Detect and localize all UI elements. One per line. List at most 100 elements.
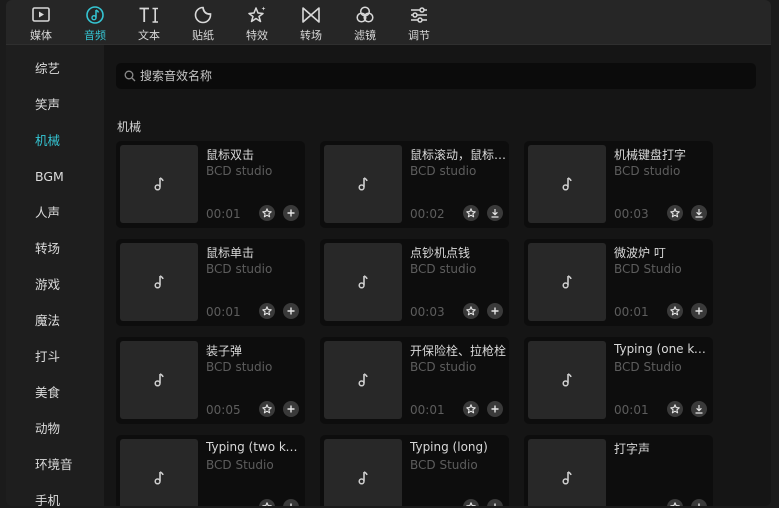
section-title: 机械 (117, 120, 142, 134)
favorite-button[interactable] (259, 205, 275, 221)
sound-card[interactable]: Typing (one key) BCD Studio 00:01 (524, 337, 713, 424)
tab-transition[interactable]: 转场 (289, 2, 333, 44)
sound-author: BCD studio (206, 360, 273, 374)
sound-card[interactable]: 鼠标滚动，鼠标… BCD studio 00:02 (320, 141, 509, 228)
sound-thumbnail (528, 243, 606, 321)
music-note-icon (562, 177, 572, 191)
favorite-button[interactable] (463, 303, 479, 319)
sound-author: BCD studio (206, 164, 273, 178)
sidebar-item-animals[interactable]: 动物 (6, 414, 104, 444)
sidebar-item-variety[interactable]: 综艺 (6, 54, 104, 84)
add-button[interactable] (691, 499, 707, 506)
add-button[interactable] (283, 205, 299, 221)
download-button[interactable] (487, 205, 503, 221)
music-note-icon (562, 373, 572, 387)
sound-card[interactable]: 开保险栓、拉枪栓 BCD studio 00:01 (320, 337, 509, 424)
add-button[interactable] (283, 401, 299, 417)
sound-thumbnail (120, 243, 198, 321)
download-button[interactable] (691, 205, 707, 221)
sound-card[interactable]: 微波炉 叮 BCD Studio 00:01 (524, 239, 713, 326)
tab-label: 文本 (138, 29, 160, 42)
add-button[interactable] (487, 401, 503, 417)
sound-thumbnail (120, 439, 198, 506)
app-window: 媒体 音频 文本 贴纸 特效 转场 滤镜 调节 综艺 笑声 机械 BGM 人声 … (6, 0, 771, 506)
favorite-button[interactable] (463, 205, 479, 221)
tab-audio[interactable]: 音频 (73, 2, 117, 44)
favorite-button[interactable] (667, 205, 683, 221)
sound-name: 开保险栓、拉枪栓 (410, 344, 506, 358)
sound-thumbnail (324, 341, 402, 419)
favorite-button[interactable] (259, 499, 275, 506)
sidebar-item-magic[interactable]: 魔法 (6, 306, 104, 336)
tab-adjust[interactable]: 调节 (397, 2, 441, 44)
sound-duration: 00:01 (614, 403, 649, 417)
filter-circles-icon (356, 6, 374, 23)
tab-text[interactable]: 文本 (127, 2, 171, 44)
music-note-icon (86, 6, 104, 24)
favorite-button[interactable] (259, 303, 275, 319)
sound-thumbnail (528, 341, 606, 419)
favorite-button[interactable] (667, 303, 683, 319)
sound-duration: 00:03 (410, 305, 445, 319)
tab-effects[interactable]: 特效 (235, 2, 279, 44)
favorite-button[interactable] (463, 401, 479, 417)
sound-name: 微波炉 叮 (614, 246, 666, 260)
favorite-button[interactable] (463, 499, 479, 506)
sound-card[interactable]: Typing (two ke… BCD Studio (116, 435, 305, 506)
sound-duration: 00:01 (614, 305, 649, 319)
add-button[interactable] (487, 303, 503, 319)
sound-name: 打字声 (614, 442, 651, 456)
sound-author: BCD Studio (614, 360, 682, 374)
tab-label: 音频 (84, 29, 106, 42)
add-button[interactable] (487, 499, 503, 506)
sound-card[interactable]: Typing (long) BCD Studio (320, 435, 509, 506)
sound-author: BCD studio (410, 164, 477, 178)
sidebar-item-laughter[interactable]: 笑声 (6, 90, 104, 120)
sidebar-item-food[interactable]: 美食 (6, 378, 104, 408)
add-button[interactable] (283, 303, 299, 319)
sound-card[interactable]: 点钞机点钱 BCD studio 00:03 (320, 239, 509, 326)
sidebar-item-game[interactable]: 游戏 (6, 270, 104, 300)
search-input[interactable] (138, 63, 740, 89)
sound-duration: 00:01 (206, 305, 241, 319)
tab-sticker[interactable]: 贴纸 (181, 2, 225, 44)
sound-author: BCD Studio (614, 262, 682, 276)
sticker-icon (194, 6, 212, 24)
sound-author: BCD studio (410, 262, 477, 276)
top-toolbar: 媒体 音频 文本 贴纸 特效 转场 滤镜 调节 (6, 0, 771, 45)
music-note-icon (562, 275, 572, 289)
tab-media[interactable]: 媒体 (19, 2, 63, 44)
sound-author: BCD studio (614, 164, 681, 178)
add-button[interactable] (283, 499, 299, 506)
sidebar-item-fight[interactable]: 打斗 (6, 342, 104, 372)
sound-card[interactable]: 打字声 (524, 435, 713, 506)
sidebar-item-ambience[interactable]: 环境音 (6, 450, 104, 480)
sidebar-item-voice[interactable]: 人声 (6, 198, 104, 228)
sidebar-item-transition[interactable]: 转场 (6, 234, 104, 264)
tab-filter[interactable]: 滤镜 (343, 2, 387, 44)
favorite-button[interactable] (259, 401, 275, 417)
favorite-button[interactable] (667, 499, 683, 506)
tab-label: 转场 (300, 29, 322, 42)
favorite-button[interactable] (667, 401, 683, 417)
sound-card[interactable]: 机械键盘打字 BCD studio 00:03 (524, 141, 713, 228)
sound-thumbnail (324, 243, 402, 321)
tab-label: 调节 (408, 29, 430, 42)
download-button[interactable] (691, 401, 707, 417)
sound-card[interactable]: 装子弹 BCD studio 00:05 (116, 337, 305, 424)
sidebar-item-bgm[interactable]: BGM (6, 162, 104, 192)
music-note-icon (562, 471, 572, 485)
sound-thumbnail (324, 439, 402, 506)
sound-author: BCD studio (410, 360, 477, 374)
sound-name: Typing (two ke… (206, 440, 302, 454)
tab-label: 滤镜 (354, 29, 376, 42)
add-button[interactable] (691, 303, 707, 319)
sound-card[interactable]: 鼠标单击 BCD studio 00:01 (116, 239, 305, 326)
music-note-icon (154, 177, 164, 191)
sidebar-item-phone[interactable]: 手机 (6, 486, 104, 506)
sound-name: 机械键盘打字 (614, 148, 687, 162)
music-note-icon (358, 373, 368, 387)
sparkle-star-icon (248, 6, 266, 23)
sidebar-item-mechanical[interactable]: 机械 (6, 126, 104, 156)
sound-card[interactable]: 鼠标双击 BCD studio 00:01 (116, 141, 305, 228)
